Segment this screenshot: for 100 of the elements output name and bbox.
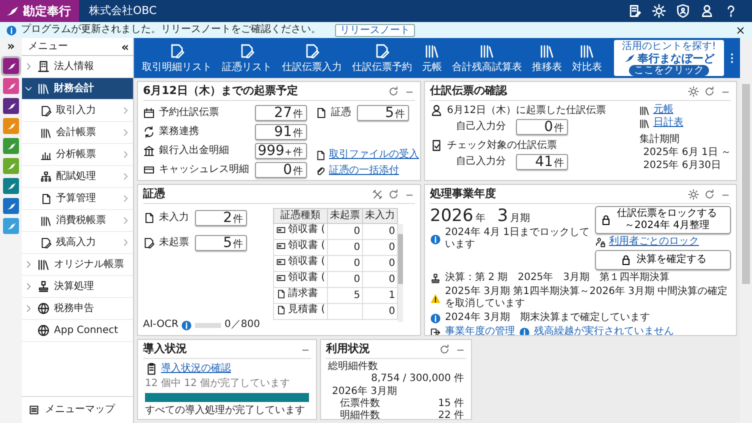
link[interactable]: 取引ファイルの受入 <box>329 149 419 161</box>
link[interactable]: 日計表 <box>653 117 684 129</box>
bank-icon <box>143 144 155 156</box>
toolbar-button[interactable]: 取引明細リスト <box>138 42 216 74</box>
books-icon <box>539 42 555 58</box>
close-icon[interactable] <box>735 24 746 36</box>
chevron-right-icon <box>121 128 130 137</box>
menu-map-link[interactable]: メニューマップ <box>22 396 133 423</box>
submenu-item[interactable]: 分析帳票 <box>22 144 133 166</box>
table-cell: 0 <box>328 240 363 256</box>
chevron-right-icon <box>24 304 33 313</box>
submenu-item[interactable]: 配賦処理 <box>22 166 133 188</box>
status-text: すべての導入処理が完了しています <box>145 405 306 417</box>
link[interactable]: 証憑の一括添付 <box>329 165 399 177</box>
bird-icon <box>6 4 20 18</box>
refresh-icon[interactable] <box>704 188 715 200</box>
toolbar-button[interactable]: 仕訳伝票予約 <box>348 42 416 74</box>
edit-icon <box>374 42 390 58</box>
toolbar-button[interactable]: 仕訳伝票入力 <box>278 42 346 74</box>
link[interactable]: 導入状況の確認 <box>161 362 231 374</box>
collapse-menu-button[interactable]: « <box>121 38 129 54</box>
app-icon[interactable] <box>3 178 19 194</box>
lock-info: 2024年 4月 1日までロックしています <box>445 227 591 251</box>
notes-icon[interactable] <box>628 4 642 18</box>
receipt-icon <box>276 273 286 283</box>
menu-item[interactable]: 決算処理 <box>22 276 133 298</box>
info-icon <box>430 234 441 244</box>
app-icon[interactable] <box>3 58 19 74</box>
panel-title: 導入状況 <box>143 343 187 355</box>
paperclip-icon <box>315 166 326 176</box>
toolbar-button[interactable]: 合計残高試算表 <box>448 42 526 74</box>
menu-item[interactable]: 税務申告 <box>22 298 133 320</box>
voucher-type: 領収書 ( <box>288 224 326 236</box>
books-icon <box>639 118 650 128</box>
person-icon <box>430 104 443 117</box>
menu-map-icon <box>28 404 40 416</box>
link[interactable]: 利用者ごとのロック <box>609 236 699 248</box>
bird-icon <box>624 52 636 64</box>
count-box[interactable]: 999+件 <box>255 142 307 158</box>
refresh-icon[interactable] <box>439 344 450 354</box>
count-box[interactable]: 0件 <box>516 118 568 134</box>
books-icon <box>579 42 595 58</box>
scrollbar[interactable] <box>740 38 752 423</box>
settings-icon[interactable] <box>652 4 666 18</box>
edit-icon <box>304 42 320 58</box>
app-icon[interactable] <box>3 98 19 114</box>
product-logo[interactable]: 勘定奉行 <box>0 0 79 22</box>
scrollbar[interactable] <box>398 224 404 322</box>
promo-banner[interactable]: 活用のヒントを探す! 奉行まなぼーど ここをクリック <box>614 40 724 76</box>
voucher-type: 請求書 <box>288 288 318 300</box>
column-header: 証憑種類 <box>274 208 328 224</box>
settings-icon[interactable] <box>688 188 699 200</box>
refresh-icon[interactable] <box>388 86 399 96</box>
link[interactable]: 事業年度の管理 <box>445 326 515 335</box>
org-chart-icon <box>40 170 52 182</box>
submenu-item[interactable]: 消費税帳票 <box>22 210 133 232</box>
submenu-item[interactable]: 会計帳票 <box>22 122 133 144</box>
count-box[interactable]: 5件 <box>357 104 409 120</box>
toolbar-button[interactable]: 対比表 <box>568 42 606 74</box>
menu-item[interactable]: 財務会計 <box>22 78 133 100</box>
usage-label: 伝票件数 <box>340 398 380 410</box>
menu-item[interactable]: App Connect <box>22 320 133 342</box>
menu-item[interactable]: オリジナル帳票 <box>22 254 133 276</box>
release-notes-button[interactable]: リリースノート <box>335 24 415 36</box>
promo-caption: 活用のヒントを探す! <box>622 40 716 52</box>
count-box[interactable]: 91件 <box>255 124 307 140</box>
refresh-icon[interactable] <box>388 188 399 200</box>
settings-icon[interactable] <box>688 86 699 96</box>
submenu-item[interactable]: 予算管理 <box>22 188 133 210</box>
expand-menu-button[interactable]: » <box>7 38 15 54</box>
app-icon[interactable] <box>3 198 19 214</box>
count-box[interactable]: 27件 <box>255 104 307 120</box>
count-label: 業務連携 <box>159 126 200 138</box>
toolbar-button[interactable]: 元帳 <box>418 42 446 74</box>
period-label: 集計期間 <box>639 134 680 146</box>
toolbar-button[interactable]: 証憑リスト <box>218 42 276 74</box>
total-value: 8,754 / 300,000 件 <box>371 373 464 385</box>
confirmed-info: 2024年 3月期 期末決算まで確定しています <box>445 312 650 324</box>
count-box[interactable]: 0件 <box>255 162 307 178</box>
count-box[interactable]: 41件 <box>516 154 568 170</box>
shield-icon[interactable] <box>676 4 690 18</box>
panel-title: 仕訳伝票の確認 <box>430 85 507 97</box>
table-cell: 0 <box>328 256 363 272</box>
info-icon <box>6 24 17 36</box>
books-icon <box>37 82 50 95</box>
count-box[interactable]: 2件 <box>195 210 247 226</box>
click-here-button[interactable]: ここをクリック <box>629 64 709 76</box>
chevron-right-icon <box>121 216 130 225</box>
lock-icon <box>600 214 612 226</box>
submenu-item[interactable]: 残高入力 <box>22 232 133 254</box>
user-icon[interactable] <box>700 4 714 18</box>
toolbar-button[interactable]: 推移表 <box>528 42 566 74</box>
submenu-item[interactable]: 取引入力 <box>22 100 133 122</box>
refresh-icon[interactable] <box>704 86 715 96</box>
books-icon <box>424 42 440 58</box>
warning-text: 2025年 3月期 第1四半期決算～2026年 3月期 中間決算の確定を取消しています <box>445 286 729 310</box>
lock-journal-button[interactable]: 仕訳伝票をロックする ～2024年 4月整理 <box>595 206 731 234</box>
link[interactable]: 元帳 <box>653 104 674 116</box>
confirm-settlement-button[interactable]: 決算を確定する <box>595 250 731 270</box>
count-box[interactable]: 5件 <box>195 234 247 250</box>
